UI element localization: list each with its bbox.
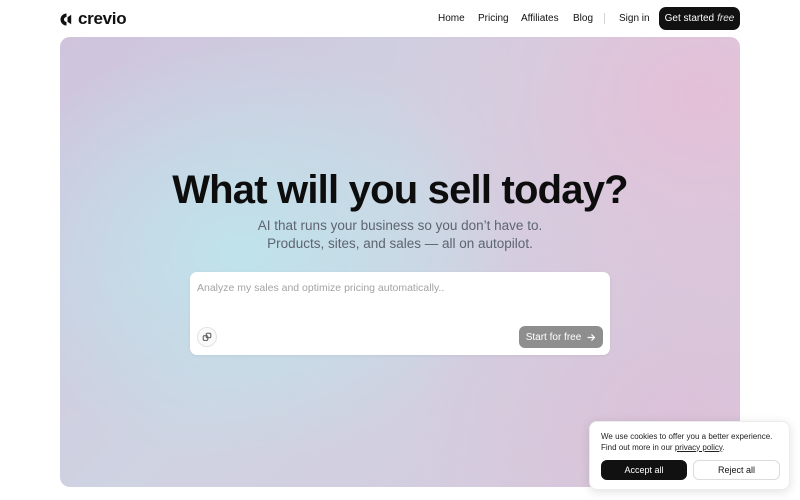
arrow-right-icon xyxy=(587,333,596,341)
cookie-text-end: . xyxy=(722,442,725,452)
cookie-text-1: We use cookies to offer you a better exp… xyxy=(601,432,773,441)
privacy-policy-link[interactable]: privacy policy xyxy=(675,443,722,452)
cookie-banner: We use cookies to offer you a better exp… xyxy=(589,421,790,490)
cookie-message: We use cookies to offer you a better exp… xyxy=(601,432,786,453)
crevio-logo-icon xyxy=(60,13,72,25)
start-for-free-button[interactable]: Start for free xyxy=(519,326,603,348)
cookie-text-2: Find out more in our xyxy=(601,442,673,452)
brand-logo[interactable]: crevio xyxy=(60,9,127,28)
top-nav: crevio Home Pricing Affiliates Blog Sign… xyxy=(0,0,800,37)
nav-link-blog[interactable]: Blog xyxy=(573,13,593,24)
get-started-free-label: free xyxy=(717,13,735,24)
prompt-box: Start for free xyxy=(190,272,610,355)
hero-subline-2: Products, sites, and sales — all on auto… xyxy=(267,236,533,251)
attach-button[interactable] xyxy=(197,327,217,347)
get-started-button[interactable]: Get started free xyxy=(659,7,740,30)
accept-all-button[interactable]: Accept all xyxy=(601,460,687,480)
hero-section xyxy=(60,37,740,487)
reject-all-button[interactable]: Reject all xyxy=(693,460,780,480)
nav-link-home[interactable]: Home xyxy=(438,13,465,24)
hero-headline: What will you sell today? xyxy=(172,168,628,212)
nav-divider xyxy=(604,13,605,24)
hero-subline-1: AI that runs your business so you don’t … xyxy=(257,218,543,233)
start-for-free-label: Start for free xyxy=(525,331,582,343)
sign-in-link[interactable]: Sign in xyxy=(619,13,650,24)
nav-link-pricing[interactable]: Pricing xyxy=(478,13,509,24)
attachment-icon xyxy=(202,332,212,341)
brand-name: crevio xyxy=(78,9,127,28)
nav-link-affiliates[interactable]: Affiliates xyxy=(521,13,559,24)
prompt-input[interactable] xyxy=(197,280,597,296)
get-started-label: Get started xyxy=(664,13,715,24)
